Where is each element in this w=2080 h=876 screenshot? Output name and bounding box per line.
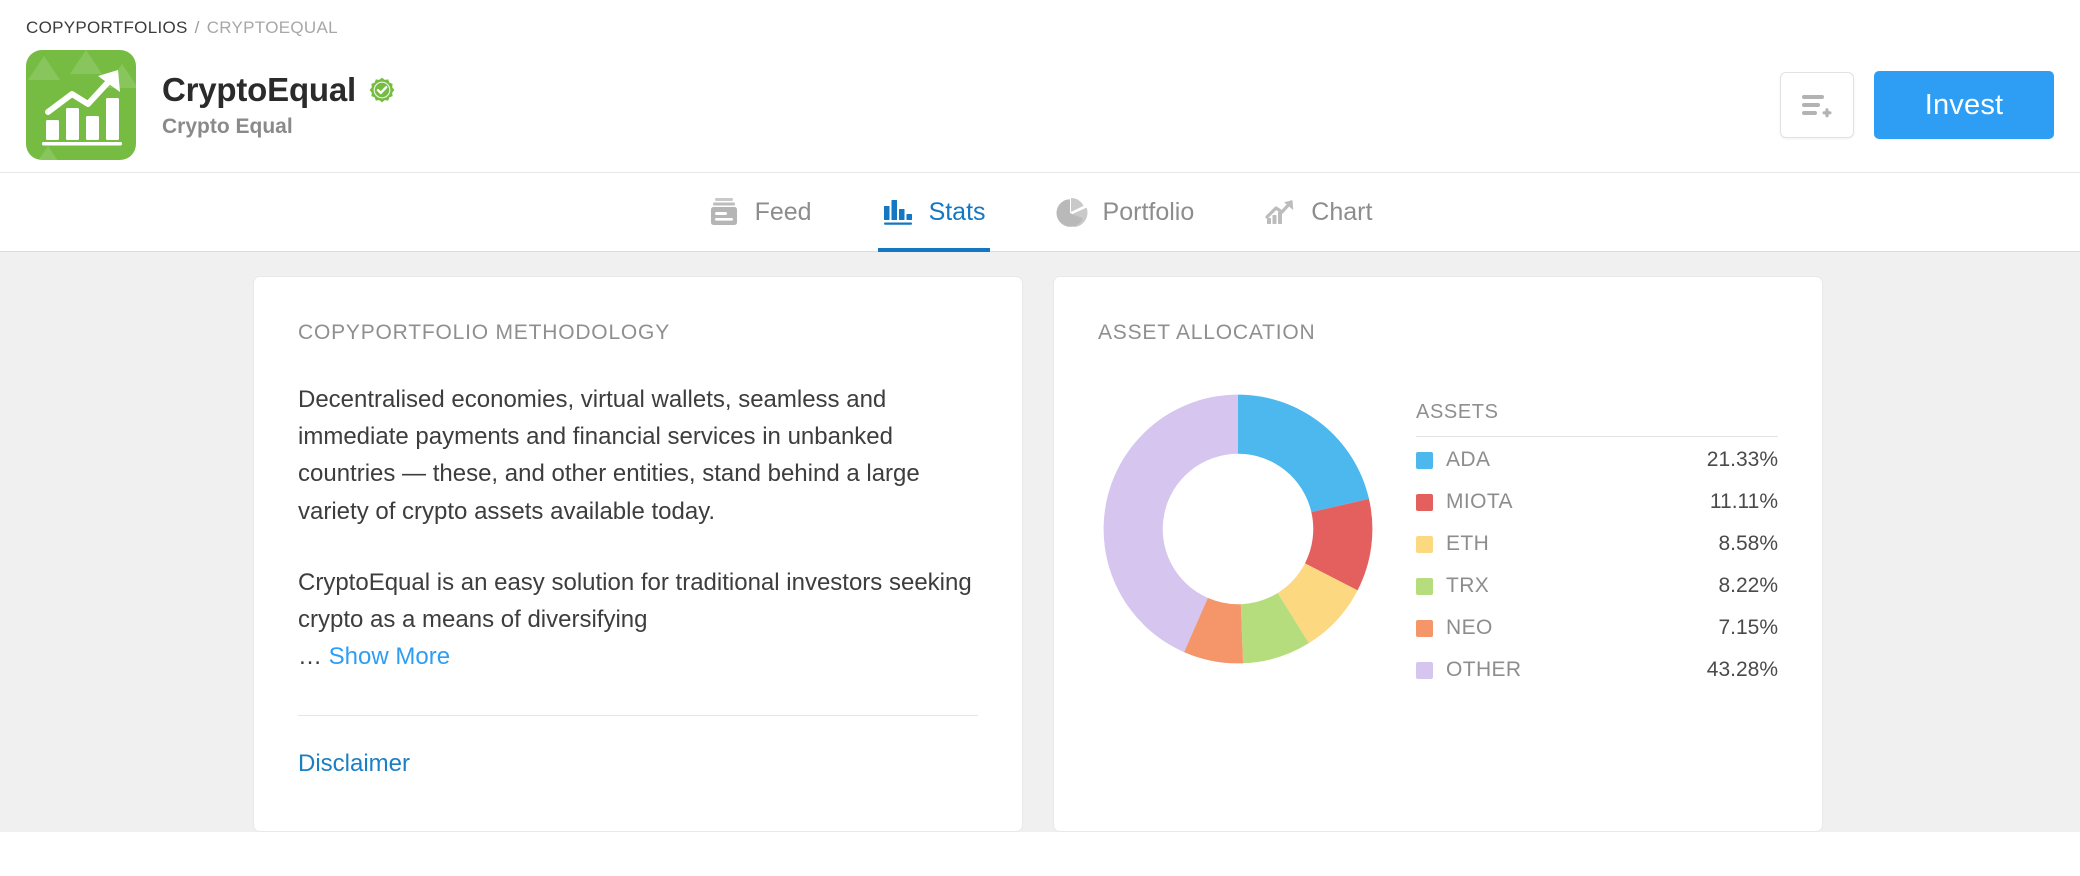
legend-asset-name: TRX <box>1446 574 1490 597</box>
invest-button[interactable]: Invest <box>1874 71 2054 139</box>
chart-growth-icon <box>28 50 136 160</box>
page-title: CryptoEqual <box>162 71 356 108</box>
card-divider <box>298 715 978 717</box>
legend-swatch-eth <box>1416 535 1433 553</box>
tab-stats[interactable]: Stats <box>877 173 990 252</box>
legend-row[interactable]: NEO 7.15% <box>1416 609 1778 647</box>
legend-asset-percent: 43.28% <box>1706 658 1778 681</box>
legend-rows: ADA 21.33% MIOTA 11.11% ETH 8.58% TRX 8.22% NEO 7… <box>1416 441 1778 689</box>
trending-up-icon <box>1264 197 1296 227</box>
legend-swatch-ada <box>1416 451 1433 469</box>
bar-chart-icon <box>882 197 914 227</box>
legend-asset-name: ADA <box>1446 448 1491 471</box>
legend-row[interactable]: MIOTA 11.11% <box>1416 483 1778 521</box>
tab-chart[interactable]: Chart <box>1260 173 1376 251</box>
legend-asset-name: OTHER <box>1446 658 1522 681</box>
methodology-paragraph-2: CryptoEqual is an easy solution for trad… <box>298 568 972 633</box>
tab-bar: Feed Stats Portfolio Chart <box>0 172 2080 252</box>
legend-asset-percent: 21.33% <box>1706 448 1778 471</box>
legend-row[interactable]: ADA 21.33% <box>1416 441 1778 479</box>
add-to-list-icon <box>1802 95 1832 118</box>
tab-feed[interactable]: Feed <box>704 173 816 251</box>
tab-stats-label: Stats <box>928 197 986 226</box>
allocation-body: ASSETS ADA 21.33% MIOTA 11.11% ETH 8.58% TRX 8.… <box>1098 367 1778 689</box>
donut-chart-wrap <box>1098 367 1394 669</box>
tab-chart-label: Chart <box>1311 197 1373 226</box>
disclaimer-link[interactable]: Disclaimer <box>298 750 410 778</box>
breadcrumb-separator: / <box>194 18 200 37</box>
legend-row[interactable]: ETH 8.58% <box>1416 525 1778 563</box>
donut-slice-ada[interactable] <box>1238 394 1369 513</box>
verified-badge-icon <box>369 77 395 103</box>
add-to-watchlist-button[interactable] <box>1780 72 1854 138</box>
methodology-paragraph-2-wrap: CryptoEqual is an easy solution for trad… <box>298 564 978 676</box>
feed-icon <box>708 197 740 227</box>
legend-row[interactable]: TRX 8.22% <box>1416 567 1778 605</box>
portfolio-logo <box>26 50 136 160</box>
methodology-card: COPYPORTFOLIO METHODOLOGY Decentralised … <box>253 276 1023 832</box>
main-content: COPYPORTFOLIO METHODOLOGY Decentralised … <box>0 252 2080 832</box>
legend-asset-percent: 8.22% <box>1718 574 1778 597</box>
truncation-ellipsis: … <box>298 643 322 671</box>
methodology-paragraph-1: Decentralised economies, virtual wallets… <box>298 386 920 525</box>
asset-allocation-card: ASSET ALLOCATION ASSETS ADA 21.33% MIOTA 11… <box>1053 276 1823 832</box>
show-more-link[interactable]: Show More <box>329 643 450 670</box>
legend-asset-name: NEO <box>1446 616 1493 639</box>
pie-chart-icon <box>1056 197 1088 227</box>
legend-swatch-other <box>1416 661 1433 679</box>
tab-portfolio[interactable]: Portfolio <box>1052 173 1199 251</box>
header-actions: Invest <box>1780 71 2054 139</box>
legend-asset-name: MIOTA <box>1446 490 1513 513</box>
breadcrumb: COPYPORTFOLIOS / CRYPTOEQUAL <box>0 0 2080 38</box>
methodology-title: COPYPORTFOLIO METHODOLOGY <box>298 321 670 344</box>
legend-row[interactable]: OTHER 43.28% <box>1416 651 1778 689</box>
legend-asset-percent: 8.58% <box>1718 532 1778 555</box>
legend-asset-percent: 11.11% <box>1709 490 1778 513</box>
legend-swatch-trx <box>1416 577 1433 595</box>
legend-asset-percent: 7.15% <box>1718 616 1778 639</box>
breadcrumb-current: CRYPTOEQUAL <box>206 18 338 37</box>
tab-portfolio-label: Portfolio <box>1102 197 1195 226</box>
page-header: CryptoEqual Crypto Equal Invest <box>0 38 2080 172</box>
allocation-legend: ASSETS ADA 21.33% MIOTA 11.11% ETH 8.58% TRX 8.… <box>1394 367 1778 689</box>
legend-header: ASSETS <box>1416 401 1778 437</box>
legend-swatch-neo <box>1416 619 1433 637</box>
tab-feed-label: Feed <box>754 197 812 226</box>
allocation-title: ASSET ALLOCATION <box>1098 321 1316 344</box>
breadcrumb-root[interactable]: COPYPORTFOLIOS <box>26 18 188 37</box>
page-subtitle: Crypto Equal <box>162 115 293 138</box>
legend-asset-name: ETH <box>1446 532 1490 555</box>
asset-allocation-donut-chart <box>1103 394 1373 664</box>
legend-swatch-miota <box>1416 493 1433 511</box>
title-block: CryptoEqual Crypto Equal <box>162 71 395 139</box>
